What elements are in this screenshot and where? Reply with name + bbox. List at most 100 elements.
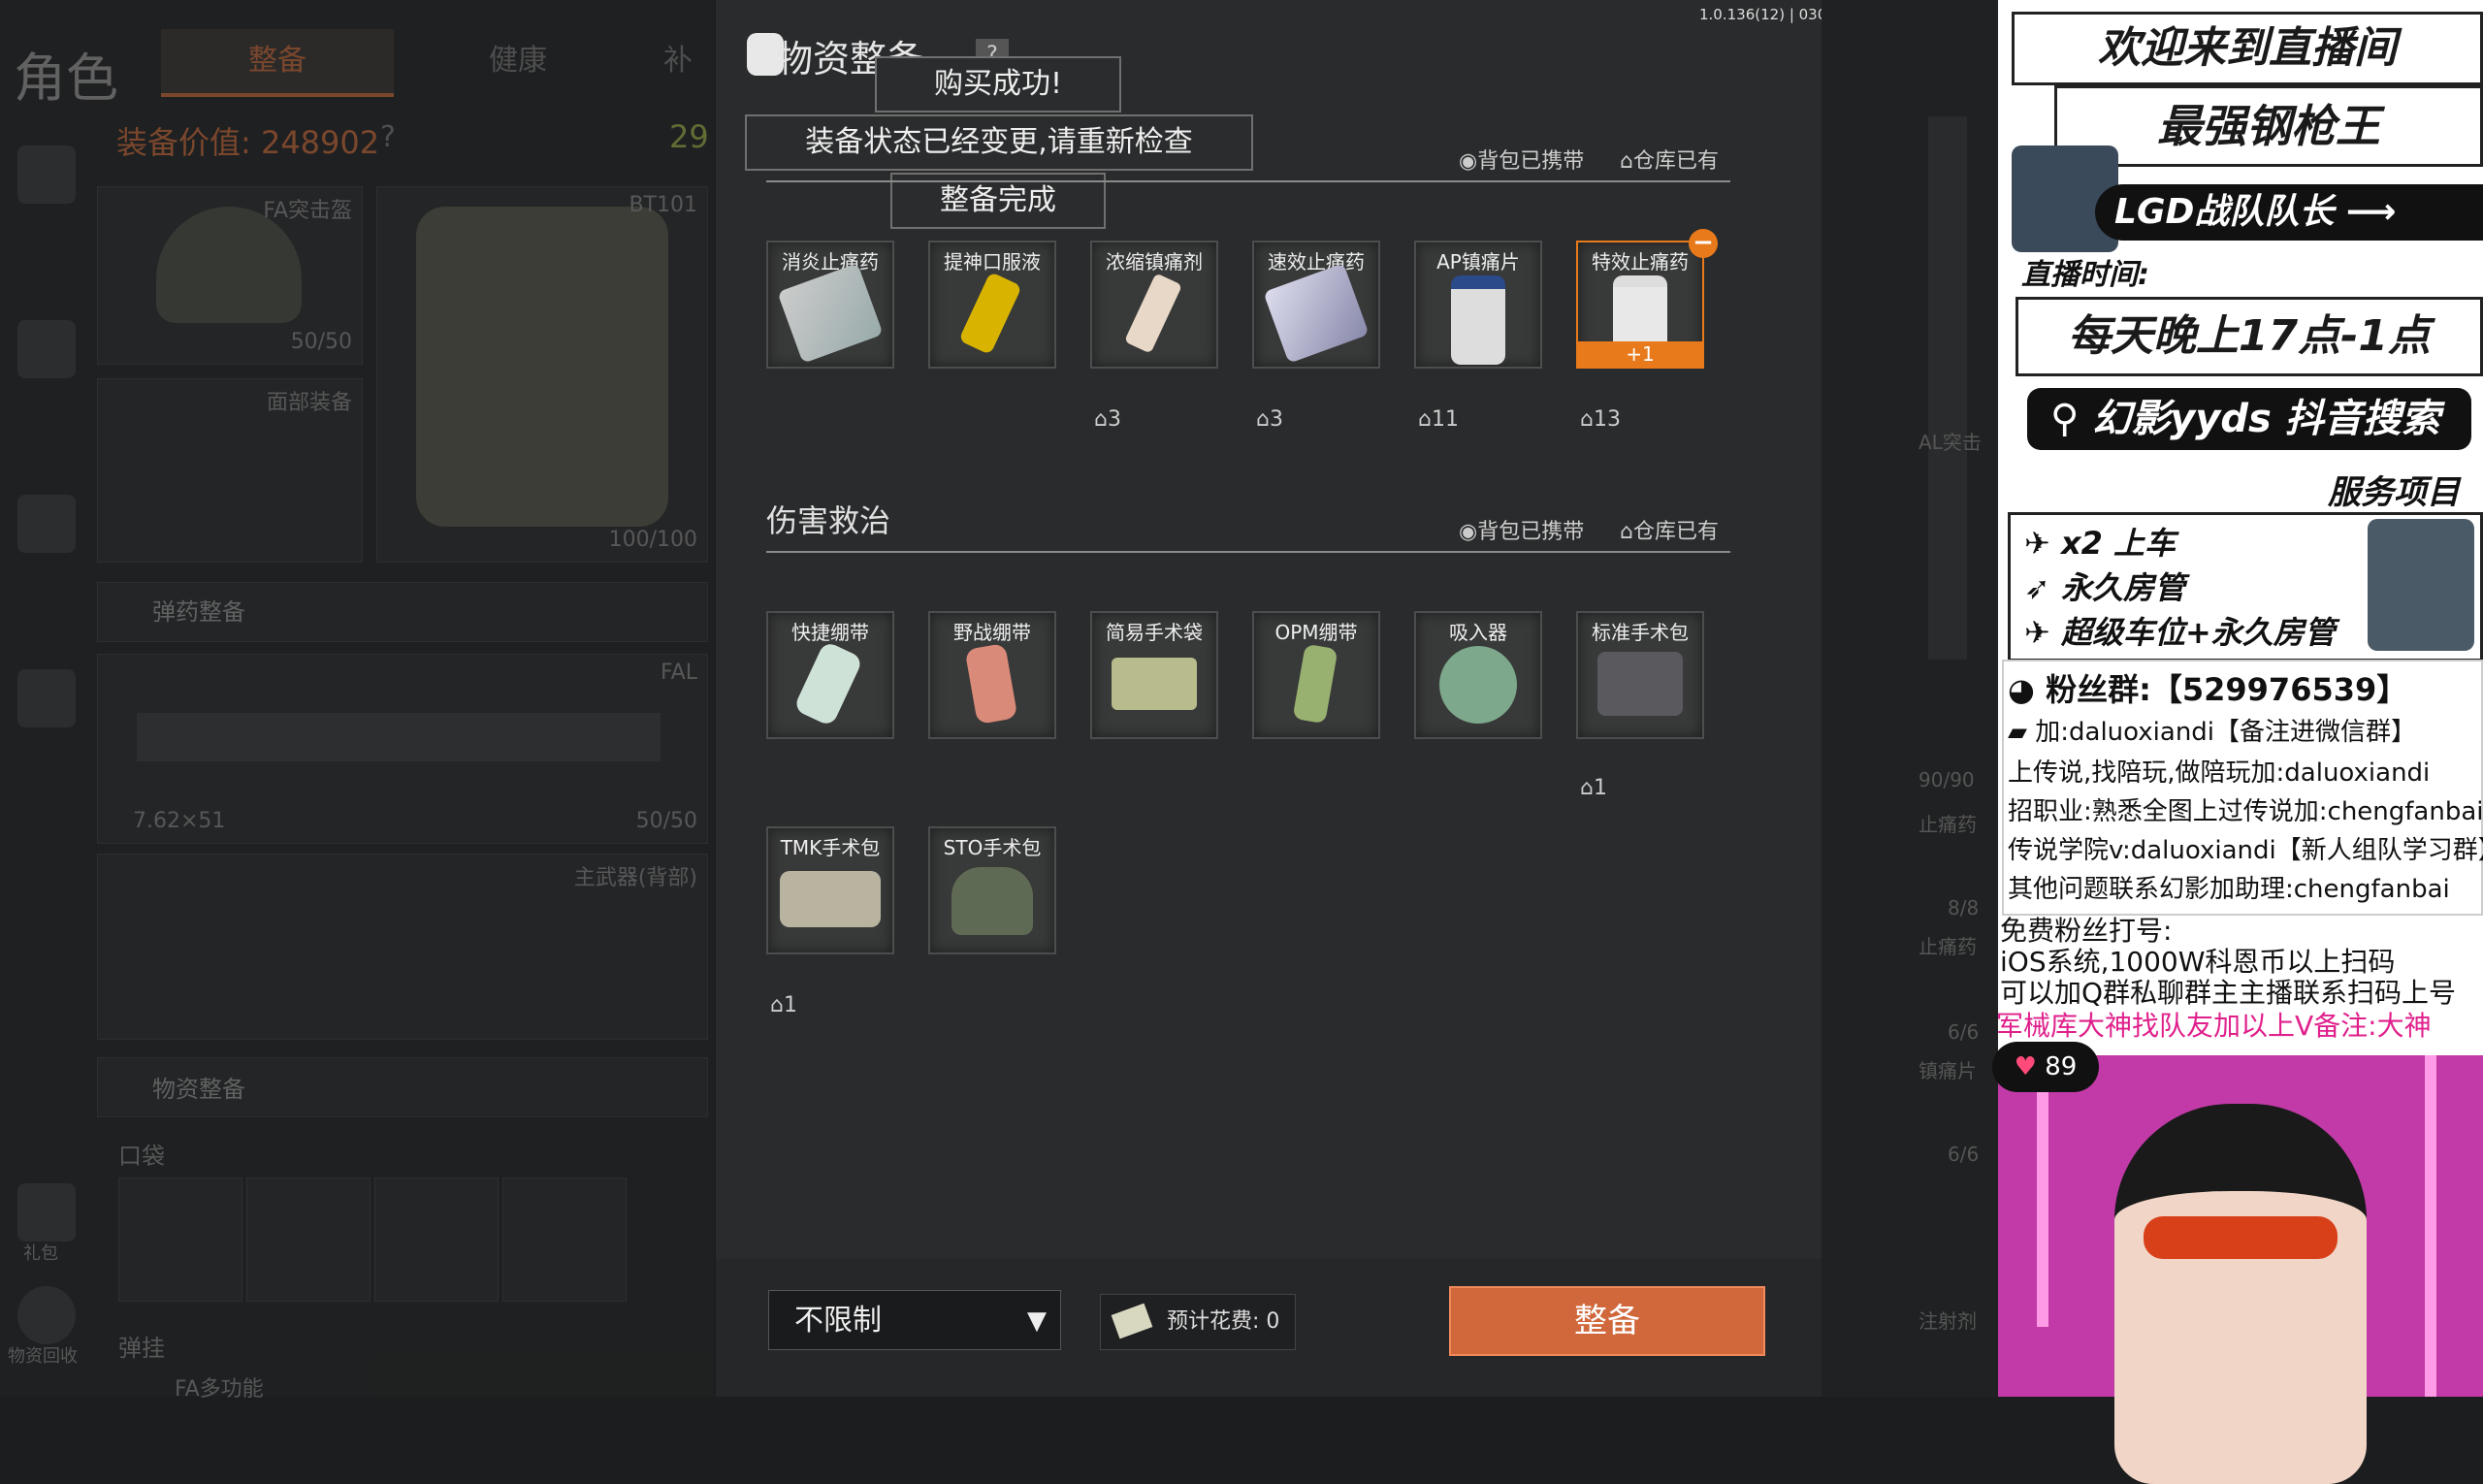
tab-health[interactable]: 健康 bbox=[402, 29, 634, 93]
pill-pack-icon bbox=[1263, 263, 1370, 364]
douyin-search: ⚲ 幻影yyds 抖音搜索 bbox=[2027, 388, 2471, 450]
item-name: 提神口服液 bbox=[944, 250, 1041, 274]
sunglasses bbox=[2144, 1216, 2338, 1259]
banner-title: 最强钢枪王 bbox=[2054, 85, 2483, 167]
character-icon[interactable] bbox=[17, 145, 76, 204]
pocket-slot[interactable] bbox=[502, 1178, 627, 1302]
item-name: 简易手术袋 bbox=[1106, 621, 1203, 644]
item-inhaler[interactable]: 吸入器 bbox=[1414, 611, 1542, 739]
item-quick-bandage[interactable]: 快捷绷带 bbox=[766, 611, 894, 739]
gift-icon[interactable] bbox=[17, 1183, 76, 1242]
item-concentrated-painkiller[interactable]: 浓缩镇痛剂 bbox=[1090, 241, 1218, 369]
help-icon[interactable]: ? bbox=[380, 120, 396, 154]
helmet-name: FA突击盔 bbox=[263, 199, 352, 223]
item-special-painkiller[interactable]: 特效止痛药 +1 − bbox=[1576, 229, 1718, 369]
rifle-icon bbox=[137, 713, 661, 761]
item-opm-bandage[interactable]: OPM绷带 bbox=[1252, 611, 1380, 739]
minus-icon[interactable]: − bbox=[1689, 229, 1718, 258]
legend-backpack: ◉背包已携带 bbox=[1459, 149, 1585, 174]
strip-label: 止痛药 bbox=[1919, 813, 1977, 836]
vest-durability: 100/100 bbox=[608, 528, 697, 552]
weapon-slot[interactable]: FAL 7.62×51 50/50 bbox=[97, 654, 708, 844]
backpack-icon: ◉ bbox=[1459, 149, 1478, 174]
case-icon[interactable] bbox=[17, 669, 76, 727]
penguin-icon: ◕ bbox=[2008, 671, 2047, 708]
live-time-label: 直播时间: bbox=[2021, 258, 2149, 292]
webcam-feed bbox=[1998, 1055, 2483, 1484]
pill-bottle-icon bbox=[1613, 275, 1667, 351]
heart-icon: ♥ bbox=[2014, 1052, 2037, 1081]
scrollbar[interactable] bbox=[1928, 116, 1967, 660]
ammo-prep-button[interactable]: 弹药整备 bbox=[152, 593, 245, 627]
rocket-icon: ➶ bbox=[2024, 569, 2061, 606]
tab-equip[interactable]: 整备 bbox=[161, 29, 394, 97]
prep-button[interactable]: 整备 bbox=[1449, 1286, 1765, 1356]
item-name: 吸入器 bbox=[1449, 621, 1507, 644]
item-name: 特效止痛药 bbox=[1592, 250, 1689, 274]
pocket-slot[interactable] bbox=[246, 1178, 371, 1302]
info-line: 传说学院v:daluoxiandi【新人组队学习群】 bbox=[2008, 836, 2483, 865]
pocket-slot[interactable] bbox=[118, 1178, 242, 1302]
pocket-slot[interactable] bbox=[374, 1178, 499, 1302]
backpack-icon: ◉ bbox=[1459, 520, 1478, 544]
item-name: 速效止痛药 bbox=[1268, 250, 1365, 274]
surgical-bag-icon bbox=[1112, 658, 1197, 710]
item-fast-painkiller[interactable]: 速效止痛药 bbox=[1252, 241, 1380, 369]
filter-dropdown[interactable]: 不限制 ▼ bbox=[768, 1290, 1061, 1350]
item-sto-surgical-kit[interactable]: STO手术包 bbox=[928, 826, 1056, 954]
fan-group: ◕ 粉丝群:【529976539】 bbox=[2008, 671, 2408, 708]
info-line: 招职业:熟悉全图上过传说加:chengfanbai bbox=[2008, 797, 2483, 826]
item-name: AP镇痛片 bbox=[1436, 250, 1520, 274]
legend-backpack: ◉背包已携带 bbox=[1459, 520, 1585, 544]
home-icon: ⌂ bbox=[1094, 407, 1108, 432]
syringe-icon bbox=[1123, 273, 1183, 354]
equip-value-suffix: 29 bbox=[669, 118, 709, 155]
item-stimulant-liquid[interactable]: 提神口服液 bbox=[928, 241, 1056, 369]
strip-label: 6/6 bbox=[1948, 1020, 1980, 1044]
home-icon: ⌂ bbox=[1580, 776, 1594, 800]
legend-warehouse: ⌂仓库已有 bbox=[1620, 520, 1719, 544]
services-title: 服务项目 bbox=[2328, 473, 2460, 512]
item-tmk-surgical-kit[interactable]: TMK手术包 bbox=[766, 826, 894, 954]
primary-weapon-back-slot[interactable]: 主武器(背部) bbox=[97, 854, 708, 1040]
live-time: 每天晚上17点-1点 bbox=[2015, 297, 2483, 376]
pill-bottle-icon bbox=[1451, 275, 1505, 365]
added-count: +1 bbox=[1578, 341, 1702, 367]
vest-name: BT101 bbox=[629, 193, 697, 217]
item-field-bandage[interactable]: 野战绷带 bbox=[928, 611, 1056, 739]
service-item: ✈ 超级车位+永久房管 bbox=[2024, 614, 2336, 651]
item-standard-surgical-kit[interactable]: 标准手术包 bbox=[1576, 611, 1704, 739]
strip-label: 注射剂 bbox=[1919, 1309, 1977, 1333]
ticket-icon: ▰ bbox=[2008, 718, 2036, 747]
recycle-icon[interactable] bbox=[17, 1286, 76, 1344]
weapon-name: FAL bbox=[661, 661, 697, 685]
soldier-image bbox=[2368, 519, 2474, 651]
recycle-label: 物资回收 bbox=[8, 1346, 78, 1367]
banner-captain: LGD战队队长 ⟶ bbox=[2095, 184, 2483, 241]
helmet-slot[interactable]: FA突击盔 50/50 bbox=[97, 186, 363, 365]
vest-icon bbox=[416, 207, 668, 527]
info-line: 上传说,找陪玩,做陪玩加:daluoxiandi bbox=[2008, 758, 2431, 788]
item-name: 野战绷带 bbox=[953, 621, 1031, 644]
surgical-kit-icon bbox=[780, 871, 881, 927]
legend-warehouse: ⌂仓库已有 bbox=[1620, 149, 1719, 174]
item-anti-inflammatory[interactable]: 消炎止痛药 bbox=[766, 241, 894, 369]
tab-supply[interactable]: 补 bbox=[642, 29, 714, 93]
divider bbox=[766, 551, 1730, 553]
surgical-kit-icon bbox=[951, 867, 1033, 935]
pill-pack-icon bbox=[777, 263, 884, 364]
gift-label: 礼包 bbox=[23, 1243, 58, 1264]
supplies-prep-button[interactable]: 物资整备 bbox=[152, 1070, 245, 1104]
item-ap-painkiller[interactable]: AP镇痛片 bbox=[1414, 241, 1542, 369]
primary-weapon-label: 主武器(背部) bbox=[573, 866, 697, 890]
warehouse-stock: ⌂3 bbox=[1094, 407, 1121, 432]
backpack-icon[interactable] bbox=[17, 320, 76, 378]
item-simple-surgical-bag[interactable]: 简易手术袋 bbox=[1090, 611, 1218, 739]
face-slot[interactable]: 面部装备 bbox=[97, 378, 363, 563]
strip-label: AL突击 bbox=[1919, 431, 1982, 454]
neon-light bbox=[2425, 1055, 2436, 1397]
vest-slot[interactable]: BT101 100/100 bbox=[376, 186, 708, 563]
search-icon: ⚲ bbox=[2050, 397, 2093, 441]
face-slot-label: 面部装备 bbox=[266, 391, 352, 415]
mask-icon[interactable] bbox=[17, 495, 76, 553]
